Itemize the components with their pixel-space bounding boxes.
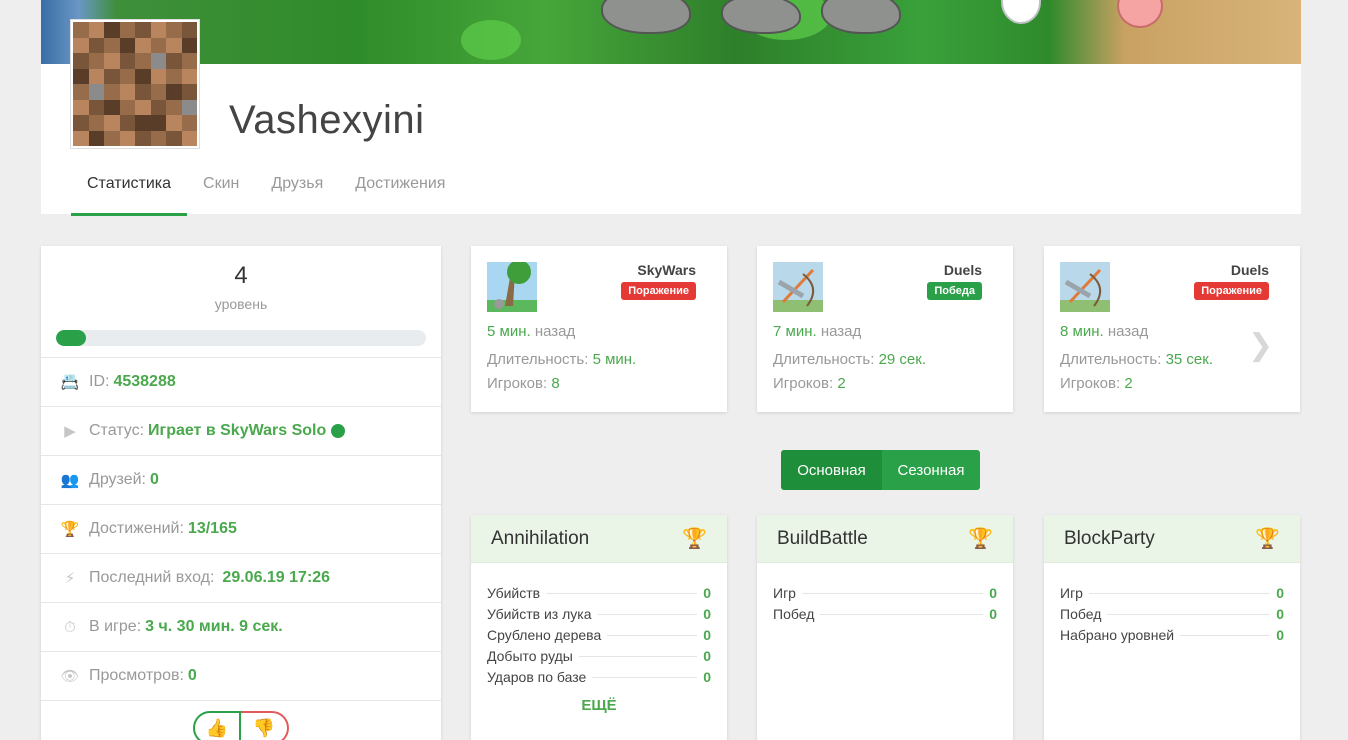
trophy-icon[interactable]: 🏆 xyxy=(682,526,707,551)
achievements-count: 13/165 xyxy=(187,520,237,537)
level-label: уровень xyxy=(214,296,268,312)
stat-line: Побед 0 xyxy=(1060,606,1284,622)
playtime: 3 ч. 30 мин. 9 сек. xyxy=(145,618,283,635)
views-count: 0 xyxy=(187,667,197,684)
game-players: Игроков: 2 xyxy=(773,375,846,392)
stat-row-id: 📇 ID: 4538288 xyxy=(41,358,441,407)
users-icon: 👥 xyxy=(60,472,80,489)
game-stats-card-annihilation: Annihilation 🏆 Убийств 0 Убийств из лука 0… xyxy=(471,515,727,740)
stat-line: Убийств 0 xyxy=(487,585,711,601)
dislike-button[interactable]: 👎 xyxy=(241,711,289,740)
online-indicator xyxy=(331,424,346,438)
game-stats-title: Annihilation xyxy=(491,527,590,549)
recent-game-card[interactable]: SkyWars Поражение 5 мин. назад Длительно… xyxy=(471,246,727,412)
stat-row-friends: 👥 Друзей: 0 xyxy=(41,456,441,505)
tab-friends[interactable]: Друзья xyxy=(255,166,339,216)
tab-achievements[interactable]: Достижения xyxy=(339,166,461,216)
game-time-ago: 8 мин. назад xyxy=(1060,323,1149,340)
stat-row-last-login: ⚡ Последний вход: 29.06.19 17:26 xyxy=(41,554,441,603)
vote-buttons: 👍 👎 xyxy=(41,711,441,740)
player-stats-card: 4 уровень 📇 ID: 4538288 ▶ Статус: Играет… xyxy=(41,246,441,740)
stopwatch-icon: ⏱ xyxy=(64,618,76,636)
tab-skin[interactable]: Скин xyxy=(187,166,255,216)
last-login: 29.06.19 17:26 xyxy=(222,569,331,586)
trophy-icon[interactable]: 🏆 xyxy=(968,526,993,551)
thumbs-up-icon: 👍 xyxy=(205,717,229,738)
level-value: 4 xyxy=(234,262,248,289)
avatar xyxy=(71,20,199,148)
profile-header: Vashexyini Статистика Скин Друзья Достиж… xyxy=(41,0,1301,216)
result-badge: Победа xyxy=(927,282,982,300)
stat-line: Набрано уровней 0 xyxy=(1060,627,1284,643)
game-players: Игроков: 2 xyxy=(1060,375,1133,392)
play-circle-icon: ▶ xyxy=(64,423,76,440)
stats-type-toggle: Основная Сезонная xyxy=(781,450,980,490)
recent-game-card[interactable]: Duels Победа 7 мин. назад Длительность: … xyxy=(757,246,1013,412)
profile-tabs: Статистика Скин Друзья Достижения xyxy=(71,166,461,216)
toggle-seasonal[interactable]: Сезонная xyxy=(882,450,980,490)
duels-thumbnail xyxy=(773,262,823,312)
result-badge: Поражение xyxy=(1194,282,1269,300)
tab-statistics[interactable]: Статистика xyxy=(71,166,188,216)
stat-line: Срублено дерева 0 xyxy=(487,627,711,643)
level-progress-bar xyxy=(56,330,426,346)
id-card-icon: 📇 xyxy=(60,374,80,391)
player-status: Играет в SkyWars Solo xyxy=(148,422,327,439)
stat-row-achievements: 🏆 Достижений: 13/165 xyxy=(41,505,441,554)
game-mode: Duels xyxy=(943,262,982,278)
stat-row-views: 👁 Просмотров: 0 xyxy=(41,652,441,701)
game-duration: Длительность: 29 сек. xyxy=(773,351,926,368)
result-badge: Поражение xyxy=(621,282,696,300)
game-stats-card-buildbattle: BuildBattle 🏆 Игр 0 Побед 0 xyxy=(757,515,1013,740)
game-stats-card-blockparty: BlockParty 🏆 Игр 0 Побед 0 Набрано уровней… xyxy=(1044,515,1300,740)
eye-icon: 👁 xyxy=(60,668,80,685)
game-time-ago: 5 мин. назад xyxy=(487,323,576,340)
stat-row-playtime: ⏱ В игре: 3 ч. 30 мин. 9 сек. xyxy=(41,603,441,652)
skywars-thumbnail xyxy=(487,262,537,312)
stat-line: Игр 0 xyxy=(1060,585,1284,601)
player-id: 4538288 xyxy=(113,373,176,390)
game-stats-title: BlockParty xyxy=(1064,527,1155,549)
show-more-link[interactable]: ЕЩЁ xyxy=(487,697,711,714)
duels-thumbnail xyxy=(1060,262,1110,312)
game-duration: Длительность: 5 мин. xyxy=(487,351,637,368)
game-time-ago: 7 мин. назад xyxy=(773,323,862,340)
thumbs-down-icon: 👎 xyxy=(252,717,276,738)
like-button[interactable]: 👍 xyxy=(193,711,241,740)
game-mode: Duels xyxy=(1230,262,1269,278)
stat-line: Побед 0 xyxy=(773,606,997,622)
stat-line: Убийств из лука 0 xyxy=(487,606,711,622)
friends-count: 0 xyxy=(150,471,159,488)
game-mode: SkyWars xyxy=(637,262,696,278)
game-stats-title: BuildBattle xyxy=(777,527,868,549)
level-section: 4 уровень xyxy=(41,246,441,358)
trophy-icon: 🏆 xyxy=(60,521,80,538)
lightning-icon: ⚡ xyxy=(64,570,76,587)
chevron-right-icon[interactable]: ❯ xyxy=(1248,328,1273,363)
level-progress-fill xyxy=(56,330,86,346)
stat-line: Ударов по базе 0 xyxy=(487,669,711,685)
stat-row-status: ▶ Статус: Играет в SkyWars Solo xyxy=(41,407,441,456)
game-duration: Длительность: 35 сек. xyxy=(1060,351,1213,368)
game-players: Игроков: 8 xyxy=(487,375,560,392)
stat-line: Игр 0 xyxy=(773,585,997,601)
profile-banner xyxy=(41,0,1301,64)
trophy-icon[interactable]: 🏆 xyxy=(1255,526,1280,551)
toggle-main[interactable]: Основная xyxy=(781,450,882,490)
username: Vashexyini xyxy=(229,98,425,142)
stat-line: Добыто руды 0 xyxy=(487,648,711,664)
